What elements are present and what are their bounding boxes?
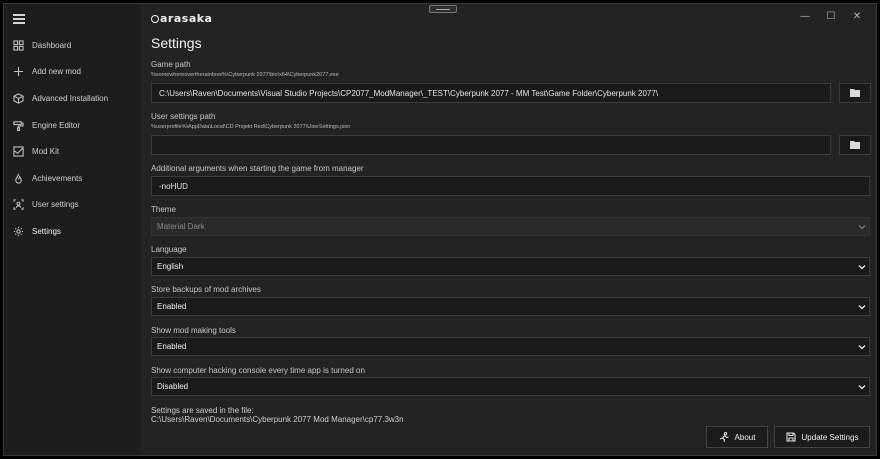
chevron-down-icon bbox=[858, 303, 866, 311]
sidebar-item-user-settings[interactable]: User settings bbox=[4, 192, 141, 219]
arasaka-logo: arasaka bbox=[151, 12, 212, 25]
logo-text: arasaka bbox=[160, 12, 213, 25]
hamburger-menu-icon[interactable] bbox=[13, 14, 25, 24]
chevron-down-icon bbox=[858, 223, 866, 231]
mod-tools-select[interactable]: Enabled bbox=[151, 337, 870, 356]
sidebar-item-achievements[interactable]: Achievements bbox=[4, 165, 141, 192]
maximize-button[interactable]: ☐ bbox=[818, 9, 844, 23]
hacking-console-label: Show computer hacking console every time… bbox=[151, 366, 365, 375]
sidebar-item-label: Add new mod bbox=[32, 67, 81, 77]
sidebar-item-add-new-mod[interactable]: Add new mod bbox=[4, 59, 141, 86]
saved-file-label: Settings are saved in the file: bbox=[151, 406, 254, 415]
language-select[interactable]: English bbox=[151, 257, 870, 276]
sidebar-item-label: Advanced Installation bbox=[32, 93, 109, 103]
user-settings-browse-button[interactable] bbox=[839, 135, 871, 155]
close-button[interactable]: ✕ bbox=[844, 9, 870, 23]
sidebar-item-dashboard[interactable]: Dashboard bbox=[4, 32, 141, 59]
window-drag-handle[interactable] bbox=[429, 5, 457, 13]
sidebar: Dashboard Add new mod Advanced Installat… bbox=[4, 4, 141, 455]
user-settings-path-input[interactable] bbox=[151, 135, 831, 155]
saved-file-path: C:\Users\Raven\Documents\Cyberpunk 2077 … bbox=[151, 415, 404, 424]
about-label: About bbox=[734, 432, 756, 442]
sidebar-item-settings[interactable]: Settings bbox=[4, 218, 141, 245]
theme-value: Material Dark bbox=[157, 222, 205, 231]
paint-icon bbox=[12, 119, 24, 131]
hacking-console-value: Disabled bbox=[157, 382, 189, 391]
flame-icon bbox=[12, 172, 24, 184]
toolkit-icon bbox=[12, 146, 24, 158]
mod-tools-label: Show mod making tools bbox=[151, 326, 236, 335]
minimize-button[interactable]: — bbox=[792, 9, 818, 23]
sidebar-item-label: Mod Kit bbox=[32, 147, 60, 157]
update-settings-label: Update Settings bbox=[801, 432, 859, 442]
language-value: English bbox=[157, 262, 184, 271]
person-run-icon bbox=[719, 432, 729, 442]
save-icon bbox=[785, 432, 796, 442]
update-settings-button[interactable]: Update Settings bbox=[774, 426, 870, 448]
additional-args-label: Additional arguments when starting the g… bbox=[151, 164, 364, 173]
sidebar-nav: Dashboard Add new mod Advanced Installat… bbox=[4, 32, 141, 245]
folder-icon bbox=[850, 89, 860, 97]
game-path-hint: %somewhereovertherainbow%\Cyberpunk 2077… bbox=[151, 72, 339, 78]
hacking-console-select[interactable]: Disabled bbox=[151, 377, 870, 396]
sidebar-item-mod-kit[interactable]: Mod Kit bbox=[4, 138, 141, 165]
theme-select[interactable]: Material Dark bbox=[151, 217, 870, 236]
gear-icon bbox=[12, 225, 24, 237]
store-backups-select[interactable]: Enabled bbox=[151, 297, 870, 316]
chevron-down-icon bbox=[858, 343, 866, 351]
plus-icon bbox=[12, 66, 24, 78]
about-button[interactable]: About bbox=[706, 426, 768, 448]
chevron-down-icon bbox=[858, 263, 866, 271]
store-backups-label: Store backups of mod archives bbox=[151, 285, 261, 294]
game-path-browse-button[interactable] bbox=[839, 83, 871, 103]
dashboard-icon bbox=[12, 39, 24, 51]
logo-mark-icon bbox=[151, 14, 159, 23]
sidebar-item-label: Settings bbox=[32, 226, 61, 236]
sidebar-item-label: Dashboard bbox=[32, 40, 72, 50]
sidebar-item-label: User settings bbox=[32, 200, 79, 210]
game-path-label: Game path bbox=[151, 60, 191, 69]
window-controls: — ☐ ✕ bbox=[792, 9, 870, 23]
sidebar-item-label: Achievements bbox=[32, 173, 83, 183]
page-title: Settings bbox=[151, 35, 202, 51]
theme-label: Theme bbox=[151, 205, 176, 214]
sidebar-item-label: Engine Editor bbox=[32, 120, 81, 130]
sidebar-item-engine-editor[interactable]: Engine Editor bbox=[4, 112, 141, 139]
mod-tools-value: Enabled bbox=[157, 342, 187, 351]
package-icon bbox=[12, 92, 24, 104]
user-frame-icon bbox=[12, 199, 24, 211]
store-backups-value: Enabled bbox=[157, 302, 187, 311]
sidebar-item-advanced-installation[interactable]: Advanced Installation bbox=[4, 85, 141, 112]
app-window: Dashboard Add new mod Advanced Installat… bbox=[3, 3, 877, 456]
settings-saved-note: Settings are saved in the file: C:\Users… bbox=[151, 406, 404, 424]
user-settings-path-label: User settings path bbox=[151, 112, 216, 121]
chevron-down-icon bbox=[858, 383, 866, 391]
language-label: Language bbox=[151, 245, 187, 254]
additional-args-input[interactable]: -noHUD bbox=[151, 176, 870, 196]
user-settings-path-hint: %userprofile%\AppData\Local\CD Projekt R… bbox=[151, 124, 351, 130]
game-path-input[interactable]: C:\Users\Raven\Documents\Visual Studio P… bbox=[151, 83, 831, 103]
folder-icon bbox=[850, 141, 860, 149]
